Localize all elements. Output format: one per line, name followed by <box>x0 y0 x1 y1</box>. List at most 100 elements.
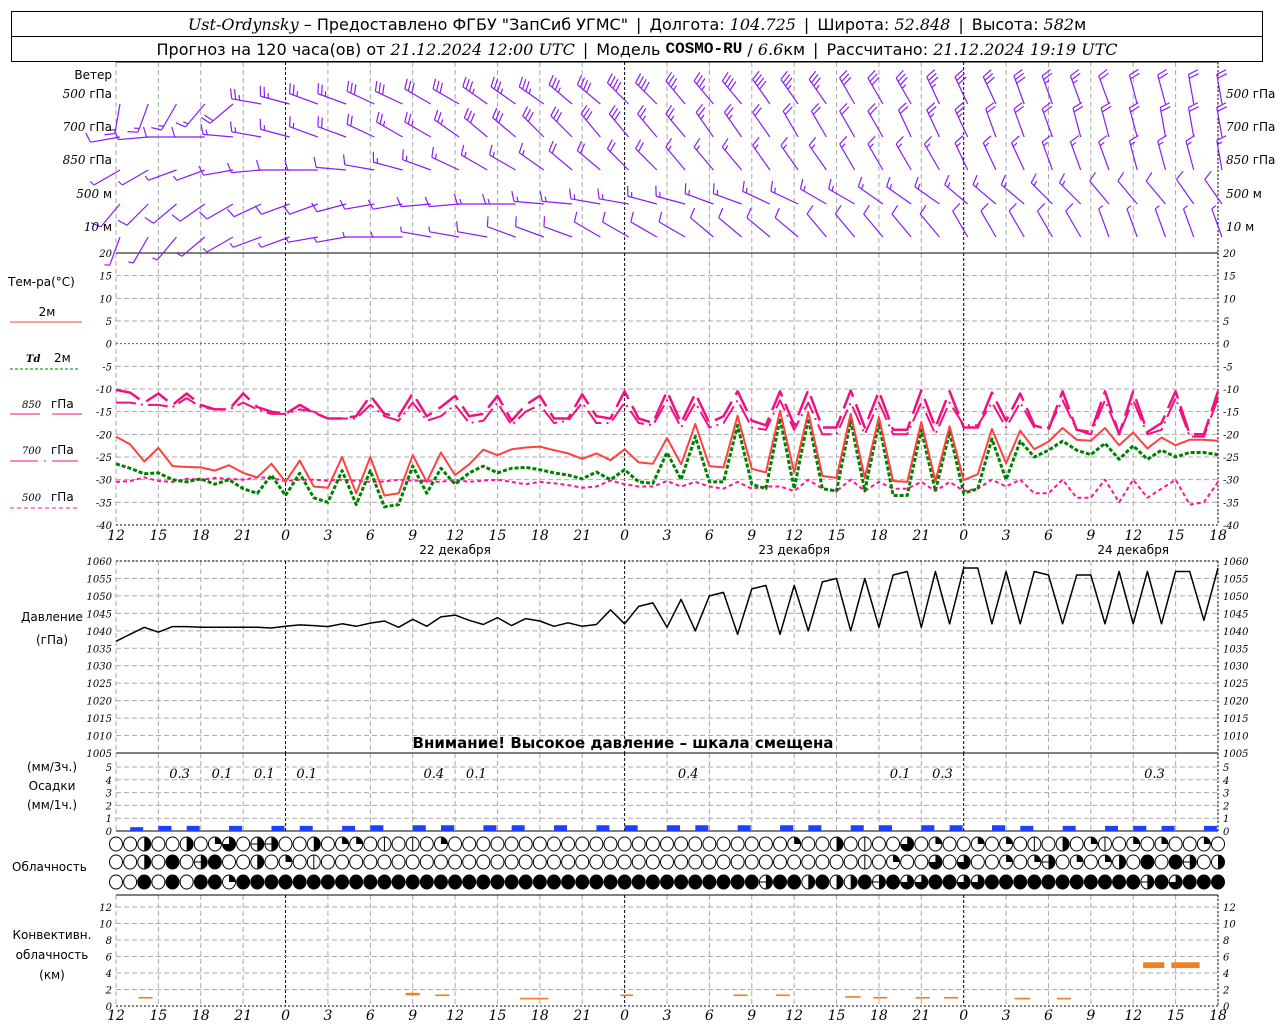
cloud-cover-symbol <box>801 854 816 870</box>
cloud-full-icon <box>377 874 392 890</box>
cloud-circle-icon <box>773 836 788 852</box>
convective-tick-left: 6 <box>106 953 113 964</box>
cloud-cover-symbol <box>956 836 971 852</box>
wind-barb-staff <box>1041 75 1054 105</box>
cloud-cover-symbol <box>589 874 604 890</box>
wind-barb-half-feather <box>724 145 729 151</box>
wind-barb-feather <box>511 191 515 202</box>
wind-barb-half-feather <box>342 231 345 238</box>
wind-barb-staff <box>808 145 827 171</box>
cloud-circle-icon <box>744 836 759 852</box>
cloud-cover-symbol <box>193 874 208 890</box>
precip-bar <box>186 825 200 831</box>
wind-barb <box>317 83 347 105</box>
wind-barb-staff <box>800 188 827 205</box>
cloud-circle-icon <box>320 836 335 852</box>
cloud-circle-icon <box>405 854 420 870</box>
wind-barb-staff <box>608 113 630 138</box>
wind-barb-staff <box>944 184 969 205</box>
wind-barb-staff <box>665 113 686 138</box>
wind-barb-staff <box>317 93 347 105</box>
wind-barb-feather <box>606 73 613 84</box>
cloud-cover-symbol <box>518 854 533 870</box>
pressure-tick-left: 1025 <box>87 679 112 690</box>
cloud-full-icon <box>688 874 703 890</box>
wind-barb <box>257 236 290 248</box>
cloud-circle-icon <box>942 854 957 870</box>
cloud-quarter-icon <box>342 837 349 844</box>
wind-barb <box>891 204 912 238</box>
wind-barb-feather <box>914 176 919 187</box>
wind-barb <box>1072 102 1084 138</box>
wind-barb <box>752 70 771 105</box>
wind-barb-staff <box>404 121 432 138</box>
wind-barb <box>1098 69 1110 105</box>
cloud-cover-symbol <box>207 854 222 870</box>
cloud-full-icon <box>320 874 335 890</box>
precip-bar <box>596 825 610 831</box>
hour-label: 12 <box>785 528 803 544</box>
cloud-cover-symbol <box>1168 874 1183 890</box>
wind-barb-staff <box>1013 108 1025 138</box>
wind-barb-staff <box>721 146 743 171</box>
wind-barb-feather <box>1217 73 1228 79</box>
cloud-cover-symbol <box>1182 874 1197 890</box>
cloud-cover-symbol <box>1211 874 1225 890</box>
cloud-cover-symbol <box>1027 836 1042 852</box>
wind-barb-half-feather <box>975 182 979 188</box>
cloud-full-icon <box>942 874 957 890</box>
hour-label-bottom: 6 <box>1044 1008 1053 1024</box>
hour-label: 9 <box>747 528 756 544</box>
wind-barb-staff <box>461 154 488 171</box>
hour-label: 15 <box>1167 528 1185 544</box>
wind-barb-half-feather <box>667 145 672 151</box>
cloud-cover-symbol <box>956 874 971 890</box>
hour-label: 18 <box>870 528 888 544</box>
date-label: 24 декабря <box>1097 543 1169 557</box>
wind-barb-feather <box>1204 170 1212 180</box>
wind-barb-half-feather <box>831 185 834 192</box>
temperature-tick-left: -15 <box>96 408 112 419</box>
cloud-circle-icon <box>363 854 378 870</box>
cloud-circle-icon <box>1055 854 1070 870</box>
cloud-circle-icon <box>476 836 491 852</box>
cloud-circle-icon <box>702 854 717 870</box>
cloud-cover-symbol <box>363 874 378 890</box>
wind-barb-staff <box>834 213 856 238</box>
wind-barb <box>1013 69 1026 105</box>
wind-barb <box>954 69 969 105</box>
cloud-quarter-icon <box>1006 855 1013 862</box>
wind-barb <box>693 137 714 171</box>
cloud-full-icon <box>363 874 378 890</box>
wind-level-number: 500 <box>1226 87 1249 101</box>
wind-barb-feather <box>539 191 543 202</box>
wind-barb-feather <box>379 113 384 125</box>
wind-barb-feather <box>573 211 578 223</box>
wind-barb-feather <box>482 193 487 205</box>
hour-label: 3 <box>323 528 332 544</box>
pressure-tick-left: 1040 <box>87 627 113 638</box>
cloud-cover-symbol <box>1112 836 1127 852</box>
cloud-circle-icon <box>278 836 293 852</box>
wind-barb-staff <box>627 195 658 205</box>
precip-bar <box>483 825 497 831</box>
wind-barb <box>460 144 488 171</box>
cloud-full-icon <box>857 874 872 890</box>
hour-label: 9 <box>408 528 417 544</box>
legend-700-num: 700 <box>22 446 42 457</box>
convective-cloud-bar <box>1171 962 1200 969</box>
convective-tick-right: 2 <box>1222 986 1229 997</box>
cloud-circle-icon <box>1182 836 1197 852</box>
cloud-cover-symbol <box>1140 874 1155 890</box>
cloud-cover-symbol <box>928 874 943 890</box>
wind-level-unit: м <box>1241 220 1254 234</box>
wind-barb-staff <box>400 203 431 208</box>
cloud-cover-symbol <box>928 836 943 852</box>
wind-barb-staff <box>828 188 855 205</box>
cloud-cover-symbol <box>984 836 999 852</box>
wind-barb <box>752 136 771 171</box>
wind-barb-feather <box>1011 135 1020 144</box>
convective-tick-right: 12 <box>1223 903 1236 914</box>
wind-barb <box>1176 170 1195 205</box>
cloud-cover-symbol <box>448 874 463 890</box>
